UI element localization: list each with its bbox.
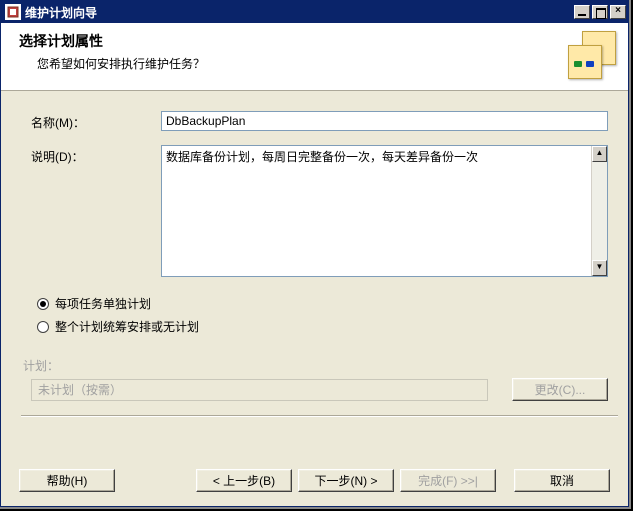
window-controls: ×	[574, 5, 626, 19]
wizard-footer: 帮助(H) < 上一步(B) 下一步(N) > 完成(F) >>| 取消	[1, 465, 628, 506]
plan-row: 更改(C)...	[31, 378, 608, 401]
back-button[interactable]: < 上一步(B)	[196, 469, 292, 492]
maximize-button[interactable]	[592, 5, 608, 19]
window-title: 维护计划向导	[25, 4, 574, 21]
change-schedule-button: 更改(C)...	[512, 378, 608, 401]
scroll-track[interactable]	[592, 162, 607, 260]
next-button[interactable]: 下一步(N) >	[298, 469, 394, 492]
titlebar: 维护计划向导 ×	[1, 1, 628, 23]
scroll-down-icon[interactable]: ▼	[592, 260, 607, 276]
description-label: 说明(D)：	[31, 145, 161, 165]
help-button[interactable]: 帮助(H)	[19, 469, 115, 492]
radio-icon	[37, 321, 49, 333]
radio-icon	[37, 298, 49, 310]
radio-separate-schedule[interactable]: 每项任务单独计划	[37, 295, 608, 312]
wizard-content: 名称(M)： 说明(D)： ▲ ▼ 每项任务单独计划 整个计划统筹安排或无计	[1, 91, 628, 465]
plan-input	[31, 379, 488, 401]
minimize-button[interactable]	[574, 5, 590, 19]
header-subtitle: 您希望如何安排执行维护任务？	[19, 55, 560, 72]
schedule-type-group: 每项任务单独计划 整个计划统筹安排或无计划	[37, 295, 608, 335]
name-label: 名称(M)：	[31, 111, 161, 131]
header-title: 选择计划属性	[19, 31, 560, 51]
wizard-header: 选择计划属性 您希望如何安排执行维护任务？	[1, 23, 628, 91]
header-text: 选择计划属性 您希望如何安排执行维护任务？	[19, 31, 560, 72]
close-button[interactable]: ×	[610, 5, 626, 19]
radio-label: 整个计划统筹安排或无计划	[55, 318, 199, 335]
plan-section: 计划： 更改(C)...	[31, 357, 608, 401]
app-icon	[5, 4, 21, 20]
radio-label: 每项任务单独计划	[55, 295, 151, 312]
plan-section-label: 计划：	[23, 357, 608, 374]
radio-single-schedule[interactable]: 整个计划统筹安排或无计划	[37, 318, 608, 335]
cancel-button[interactable]: 取消	[514, 469, 610, 492]
name-row: 名称(M)：	[31, 111, 608, 131]
separator	[21, 415, 618, 417]
wizard-window: 维护计划向导 × 选择计划属性 您希望如何安排执行维护任务？ 名称(M)： 说明…	[0, 0, 629, 507]
scroll-up-icon[interactable]: ▲	[592, 146, 607, 162]
description-field: ▲ ▼	[161, 145, 608, 277]
description-input[interactable]	[162, 146, 591, 276]
name-input[interactable]	[161, 111, 608, 131]
description-row: 说明(D)： ▲ ▼	[31, 145, 608, 277]
finish-button: 完成(F) >>|	[400, 469, 496, 492]
header-icon	[568, 31, 616, 79]
description-scrollbar[interactable]: ▲ ▼	[591, 146, 607, 276]
